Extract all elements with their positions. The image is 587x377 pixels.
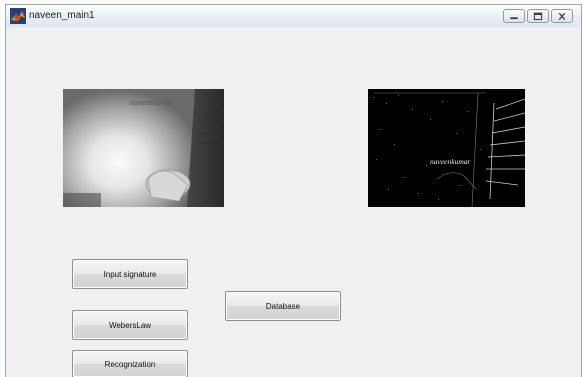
maximize-button[interactable] <box>527 9 549 23</box>
processed-image-axes: naveenkumar <box>368 89 525 207</box>
input-signature-button[interactable]: Input signature <box>72 259 188 289</box>
maximize-icon <box>533 12 543 21</box>
handwritten-signature: naveenkumar <box>130 98 174 107</box>
close-button[interactable] <box>551 9 573 23</box>
handwritten-signature-edges: naveenkumar <box>430 157 470 166</box>
app-window: naveen_main1 naveenkumar naveenkumar Inp… <box>5 4 582 377</box>
window-title: naveen_main1 <box>29 10 95 21</box>
recognization-button[interactable]: Recognization <box>72 350 188 377</box>
input-signature-axes: naveenkumar <box>63 89 224 207</box>
window-controls <box>503 9 573 23</box>
figure-client-area: naveenkumar naveenkumar Input signature … <box>6 27 581 377</box>
page: naveen_main1 naveenkumar naveenkumar Inp… <box>0 0 587 377</box>
close-icon <box>558 12 566 20</box>
webers-law-button[interactable]: WebersLaw <box>72 310 188 340</box>
edge-map: naveenkumar <box>368 89 525 207</box>
title-bar[interactable]: naveen_main1 <box>6 5 581 28</box>
signature-photo: naveenkumar <box>63 89 224 207</box>
minimize-icon <box>510 17 518 20</box>
minimize-button[interactable] <box>503 9 525 23</box>
matlab-icon <box>10 8 26 24</box>
database-button[interactable]: Database <box>225 291 341 321</box>
